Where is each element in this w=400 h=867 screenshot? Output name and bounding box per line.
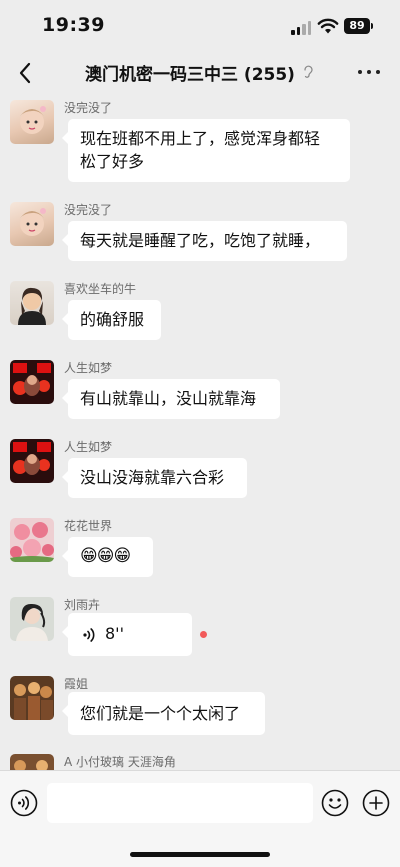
sender-name: 霞姐 [64,677,89,691]
avatar[interactable] [10,676,54,720]
message-bubble[interactable]: 有山就靠山，没山就靠海 [62,379,280,419]
message-text: 有山就靠山，没山就靠海 [80,389,257,408]
avatar[interactable] [10,202,54,246]
emoji-text: 😁😁😁 [80,546,131,566]
voice-message-bubble[interactable]: 8'' [62,613,192,656]
sender-name: 人生如梦 [64,440,113,454]
status-bar: 19:39 89 [0,0,400,52]
message-bubble[interactable]: 现在班都不用上了，感觉浑身都轻 松了好多 [62,119,350,182]
sender-name: 人生如梦 [64,361,113,375]
sender-name: 喜欢坐车的牛 [64,282,137,296]
message-text: 每天就是睡醒了吃，吃饱了就睡， [80,231,321,250]
message-input[interactable] [47,783,313,823]
ear-icon [304,65,313,78]
message-text: 您们就是一个个太闲了 [80,704,241,723]
message-text: 的确舒服 [80,310,145,329]
emoji-icon[interactable] [321,789,349,817]
plus-icon[interactable] [362,789,390,817]
avatar[interactable] [10,281,54,325]
more-dots-icon[interactable] [358,69,382,77]
avatar[interactable] [10,518,54,562]
message-bubble[interactable]: 每天就是睡醒了吃，吃饱了就睡， [62,221,347,261]
chat-title[interactable]: 澳门机密一码三中三 (255) [85,60,295,85]
message-text: 现在班都不用上了，感觉浑身都轻 [80,129,321,148]
message-bubble[interactable]: 😁😁😁 [62,537,153,577]
voice-wave-icon [83,628,95,642]
message-text: 没山没海就靠六合彩 [80,468,225,487]
unread-dot [200,631,207,638]
sender-name: 没完没了 [64,101,113,115]
avatar[interactable] [10,360,54,404]
sender-name: A 小付玻璃 天涯海角 [64,755,176,769]
wifi-icon [317,18,339,34]
sender-name: 没完没了 [64,203,113,217]
message-row: A 小付玻璃 天涯海角 [0,752,400,770]
voice-duration: 8'' [105,624,124,643]
chat-header: 澳门机密一码三中三 (255) [0,52,400,94]
message-bubble[interactable]: 的确舒服 [62,300,161,340]
message-text-line2: 松了好多 [80,152,145,171]
avatar[interactable] [10,439,54,483]
sender-name: 花花世界 [64,519,113,533]
voice-input-icon[interactable] [10,789,38,817]
avatar[interactable] [10,754,54,770]
avatar[interactable] [10,597,54,641]
cellular-signal-icon [291,21,313,35]
battery-indicator: 89 [344,18,370,34]
battery-nub [371,23,373,29]
message-bubble[interactable]: 没山没海就靠六合彩 [62,458,247,498]
avatar[interactable] [10,100,54,144]
message-bubble[interactable]: 您们就是一个个太闲了 [62,692,265,735]
home-indicator [130,852,270,857]
status-time: 19:39 [42,14,105,36]
chevron-left-icon[interactable] [14,58,38,88]
sender-name: 刘雨卉 [64,598,101,612]
